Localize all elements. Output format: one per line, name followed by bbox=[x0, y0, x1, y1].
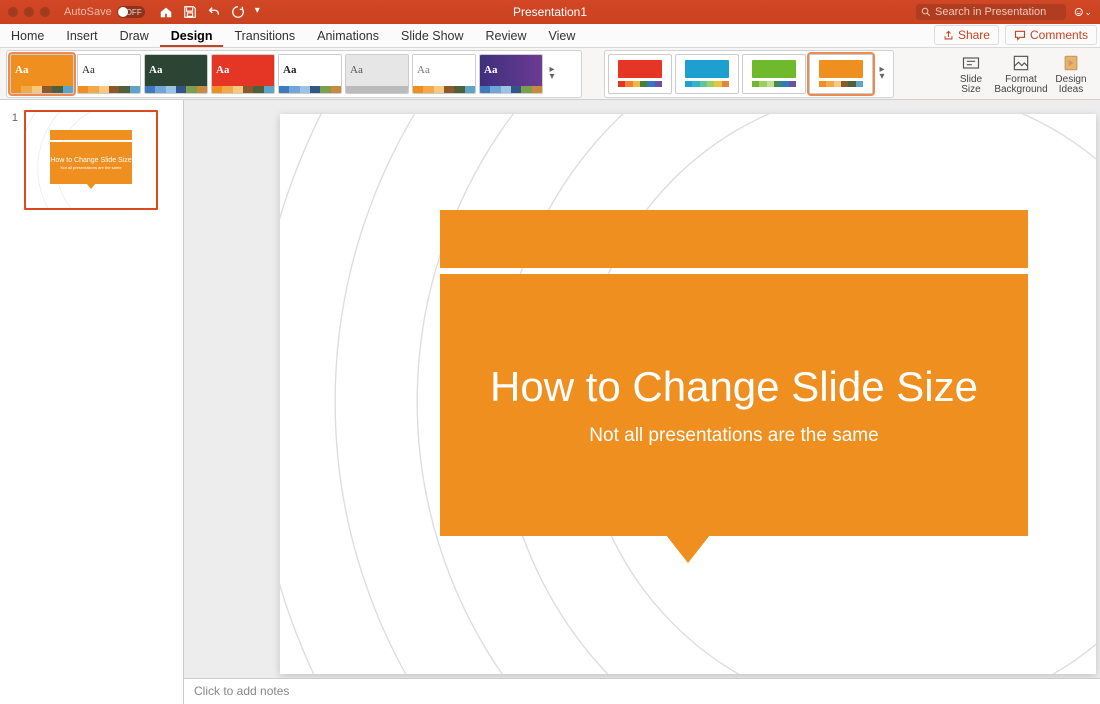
design-ideas-button[interactable]: Design Ideas bbox=[1048, 53, 1094, 95]
tab-animations[interactable]: Animations bbox=[306, 25, 390, 47]
slide-size-button[interactable]: Slide Size bbox=[948, 53, 994, 95]
workspace: 1 How to Change Slide SizeNot all presen… bbox=[0, 100, 1100, 704]
qat-more-icon[interactable]: ▾ bbox=[255, 5, 269, 19]
undo-icon[interactable] bbox=[207, 5, 221, 19]
ribbon-tabs: Home Insert Draw Design Transitions Anim… bbox=[0, 24, 1100, 48]
autosave-switch[interactable]: OFF bbox=[117, 6, 145, 18]
tab-home[interactable]: Home bbox=[0, 25, 55, 47]
variant-orange[interactable] bbox=[809, 54, 873, 94]
window-controls[interactable] bbox=[8, 7, 50, 17]
slide-title-box[interactable]: How to Change Slide Size Not all present… bbox=[440, 274, 1028, 536]
comment-icon bbox=[1014, 29, 1026, 41]
account-button[interactable]: ⌄ bbox=[1074, 5, 1092, 19]
theme-thumb-3[interactable]: Aa bbox=[211, 54, 275, 94]
theme-thumb-2[interactable]: Aa bbox=[144, 54, 208, 94]
slide-callout-arrow bbox=[666, 535, 710, 563]
autosave-toggle[interactable]: AutoSave OFF bbox=[64, 6, 145, 18]
share-icon bbox=[943, 30, 954, 41]
slide-subtitle[interactable]: Not all presentations are the same bbox=[589, 425, 878, 447]
theme-thumb-4[interactable]: Aa bbox=[278, 54, 342, 94]
tab-view[interactable]: View bbox=[538, 25, 587, 47]
tab-insert[interactable]: Insert bbox=[55, 25, 108, 47]
variant-green[interactable] bbox=[742, 54, 806, 94]
format-background-button[interactable]: Format Background bbox=[998, 53, 1044, 95]
notes-placeholder: Click to add notes bbox=[194, 684, 289, 698]
tab-design[interactable]: Design bbox=[160, 25, 224, 47]
title-bar: AutoSave OFF ▾ Presentation1 Search in P… bbox=[0, 0, 1100, 24]
slide-canvas-area[interactable]: How to Change Slide Size Not all present… bbox=[184, 100, 1100, 704]
tab-review[interactable]: Review bbox=[475, 25, 538, 47]
slide-number: 1 bbox=[10, 110, 18, 210]
save-icon[interactable] bbox=[183, 5, 197, 19]
home-icon[interactable] bbox=[159, 5, 173, 19]
theme-thumb-6[interactable]: Aa bbox=[412, 54, 476, 94]
search-placeholder: Search in Presentation bbox=[935, 6, 1046, 18]
share-button[interactable]: Share bbox=[934, 25, 999, 45]
slide-thumbnail-1[interactable]: 1 How to Change Slide SizeNot all presen… bbox=[0, 108, 183, 212]
variants-more-button[interactable]: ▸▾ bbox=[876, 67, 888, 80]
variant-cyan[interactable] bbox=[675, 54, 739, 94]
quick-access-toolbar: ▾ bbox=[159, 5, 269, 19]
tab-draw[interactable]: Draw bbox=[109, 25, 160, 47]
autosave-label: AutoSave bbox=[64, 6, 112, 18]
tab-transitions[interactable]: Transitions bbox=[223, 25, 306, 47]
design-ideas-icon bbox=[1061, 53, 1081, 73]
comments-button[interactable]: Comments bbox=[1005, 25, 1097, 45]
slide-size-icon bbox=[961, 53, 981, 73]
slide-canvas[interactable]: How to Change Slide Size Not all present… bbox=[280, 114, 1096, 674]
slide-thumb-preview[interactable]: How to Change Slide SizeNot all presenta… bbox=[24, 110, 158, 210]
theme-thumb-1[interactable]: Aa bbox=[77, 54, 141, 94]
notes-pane[interactable]: Click to add notes bbox=[184, 678, 1100, 704]
slide-title[interactable]: How to Change Slide Size bbox=[490, 363, 978, 411]
variant-red[interactable] bbox=[608, 54, 672, 94]
themes-gallery: Aa Aa Aa Aa Aa Aa Aa Aa ▸▾ bbox=[6, 50, 582, 98]
redo-icon[interactable] bbox=[231, 5, 245, 19]
themes-more-button[interactable]: ▸▾ bbox=[546, 67, 558, 80]
theme-thumb-0[interactable]: Aa bbox=[10, 54, 74, 94]
variants-gallery: ▸▾ bbox=[604, 50, 894, 98]
search-input[interactable]: Search in Presentation bbox=[916, 4, 1066, 20]
theme-thumb-5[interactable]: Aa bbox=[345, 54, 409, 94]
theme-thumb-7[interactable]: Aa bbox=[479, 54, 543, 94]
format-background-icon bbox=[1011, 53, 1031, 73]
tab-slideshow[interactable]: Slide Show bbox=[390, 25, 475, 47]
slide-accent-bar bbox=[440, 210, 1028, 268]
chevron-down-icon: ⌄ bbox=[1084, 7, 1092, 18]
search-icon bbox=[921, 7, 931, 17]
ribbon: Aa Aa Aa Aa Aa Aa Aa Aa ▸▾ ▸▾ Slide Size… bbox=[0, 48, 1100, 100]
slide-panel[interactable]: 1 How to Change Slide SizeNot all presen… bbox=[0, 100, 184, 704]
